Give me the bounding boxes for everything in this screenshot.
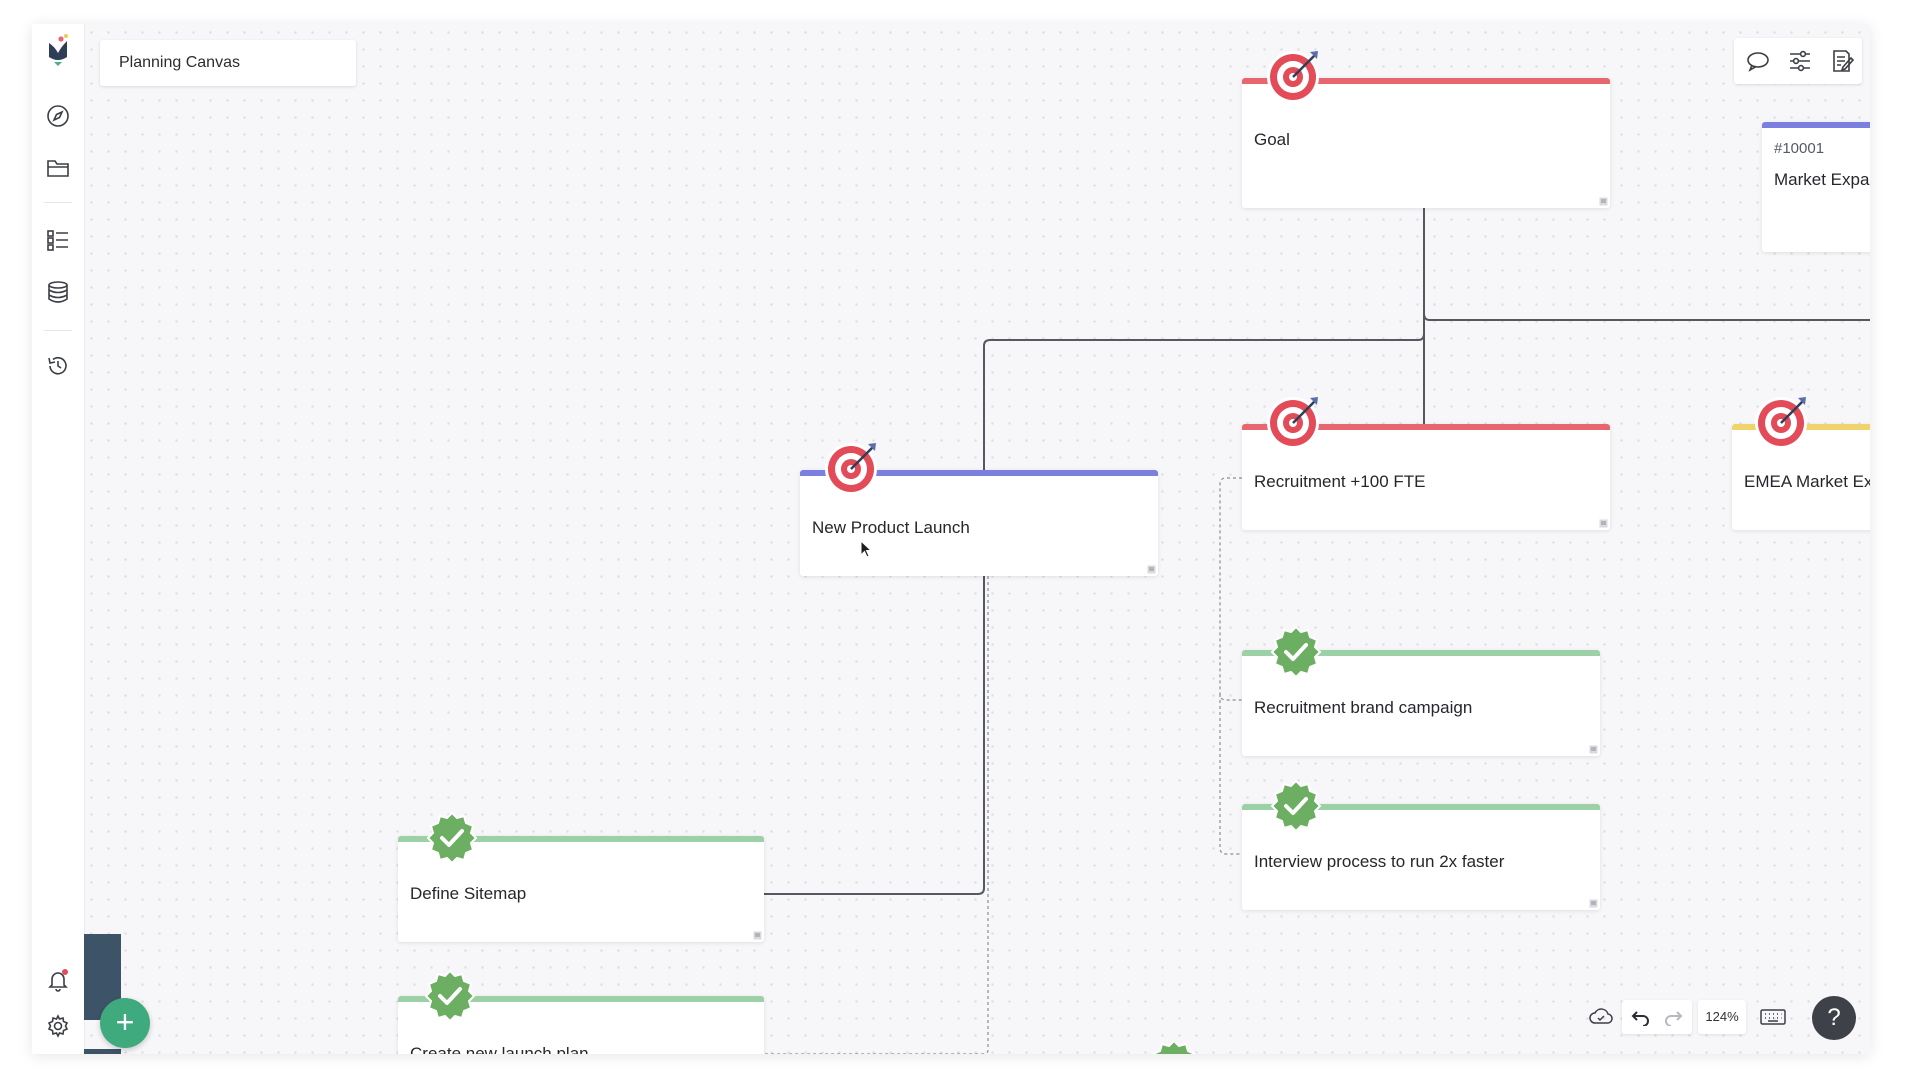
- check-badge-icon: [424, 969, 476, 1023]
- market-expansion-card[interactable]: #10001 Market Expa: [1762, 122, 1870, 252]
- card-title: Define Sitemap: [410, 884, 527, 903]
- comment-icon[interactable]: [1744, 47, 1772, 75]
- card-title: Recruitment brand campaign: [1254, 698, 1473, 717]
- mouse-cursor-icon: [860, 540, 873, 558]
- card-title: Create new launch plan: [410, 1044, 589, 1054]
- left-sidebar: [32, 24, 85, 1054]
- card-title: Goal: [1254, 130, 1290, 149]
- side-panel-tab-lower: [84, 1049, 121, 1054]
- logo-icon[interactable]: [42, 34, 74, 66]
- resize-handle-icon[interactable]: [1589, 745, 1598, 754]
- compass-icon[interactable]: [42, 100, 74, 132]
- resize-handle-icon[interactable]: [1147, 565, 1156, 574]
- database-icon[interactable]: [42, 276, 74, 308]
- undo-icon[interactable]: [1631, 1008, 1651, 1026]
- add-button[interactable]: +: [100, 998, 150, 1048]
- card-color-bar: [1762, 122, 1870, 128]
- check-badge-icon: [1270, 779, 1322, 833]
- target-icon: [1267, 51, 1319, 103]
- cloud-sync-icon[interactable]: [1586, 1000, 1616, 1034]
- target-icon: [1267, 397, 1319, 449]
- undo-redo-group: [1622, 1000, 1692, 1034]
- edit-notes-icon[interactable]: [1828, 47, 1856, 75]
- card-title: New Product Launch: [812, 518, 970, 537]
- card-title: Interview process to run 2x faster: [1254, 852, 1505, 871]
- card-title: EMEA Market Ex: [1744, 472, 1870, 491]
- target-icon: [825, 443, 877, 495]
- zoom-level[interactable]: 124%: [1698, 1000, 1746, 1034]
- list-icon[interactable]: [42, 224, 74, 256]
- card-title: Recruitment +100 FTE: [1254, 472, 1426, 491]
- planning-canvas[interactable]: Planning Canvas Goal #10001 Market Expa …: [32, 24, 1870, 1054]
- redo-icon[interactable]: [1663, 1008, 1683, 1026]
- keyboard-icon[interactable]: [1758, 1000, 1788, 1034]
- help-button[interactable]: ?: [1812, 996, 1856, 1040]
- folder-icon[interactable]: [42, 152, 74, 184]
- check-badge-icon: [426, 811, 478, 865]
- history-icon[interactable]: [42, 350, 74, 382]
- filter-sliders-icon[interactable]: [1786, 47, 1814, 75]
- resize-handle-icon[interactable]: [753, 931, 762, 940]
- card-id: #10001: [1774, 140, 1825, 157]
- card-title: Market Expa: [1774, 170, 1870, 189]
- resize-handle-icon[interactable]: [1599, 197, 1608, 206]
- bell-icon[interactable]: [42, 964, 74, 996]
- canvas-title[interactable]: Planning Canvas: [100, 40, 356, 86]
- gear-icon[interactable]: [42, 1010, 74, 1042]
- resize-handle-icon[interactable]: [1599, 519, 1608, 528]
- resize-handle-icon[interactable]: [1589, 899, 1598, 908]
- check-badge-icon: [1151, 1039, 1197, 1054]
- check-badge-icon: [1270, 625, 1322, 679]
- top-toolbar: [1734, 38, 1862, 84]
- target-icon: [1755, 397, 1807, 449]
